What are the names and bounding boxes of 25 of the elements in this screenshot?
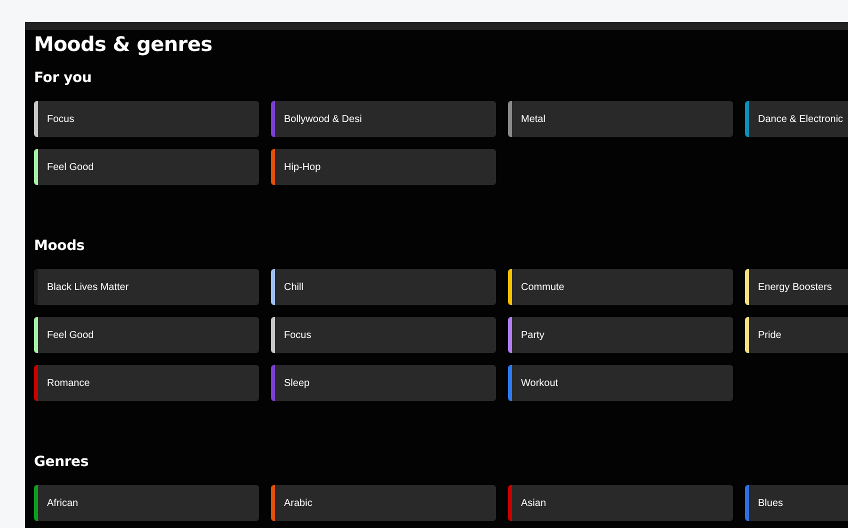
genre-tile[interactable]: Romance: [34, 365, 259, 401]
genre-tile[interactable]: Focus: [271, 317, 496, 353]
genre-tile[interactable]: Commute: [508, 269, 733, 305]
genre-tile[interactable]: Chill: [271, 269, 496, 305]
genre-tile[interactable]: African: [34, 485, 259, 521]
section-heading: Moods: [34, 237, 86, 255]
genre-tile[interactable]: Metal: [508, 101, 733, 137]
genre-tile[interactable]: Hip-Hop: [271, 149, 496, 185]
genre-tile[interactable]: Feel Good: [34, 149, 259, 185]
section-heading: Genres: [34, 453, 90, 471]
genre-tile[interactable]: Blues: [745, 485, 848, 521]
genre-tile[interactable]: Pride: [745, 317, 848, 353]
genre-tile[interactable]: Party: [508, 317, 733, 353]
genre-tile[interactable]: Workout: [508, 365, 733, 401]
genre-tile[interactable]: Black Lives Matter: [34, 269, 259, 305]
genre-tile[interactable]: Energy Boosters: [745, 269, 848, 305]
genre-tile[interactable]: Sleep: [271, 365, 496, 401]
page-title: Moods & genres: [34, 31, 214, 58]
genre-tile[interactable]: Feel Good: [34, 317, 259, 353]
genre-tile[interactable]: Asian: [508, 485, 733, 521]
genre-tile[interactable]: Focus: [34, 101, 259, 137]
section-heading: For you: [34, 69, 93, 87]
genre-tile[interactable]: Dance & Electronic: [745, 101, 848, 137]
genre-tile[interactable]: Bollywood & Desi: [271, 101, 496, 137]
genre-tile[interactable]: Arabic: [271, 485, 496, 521]
